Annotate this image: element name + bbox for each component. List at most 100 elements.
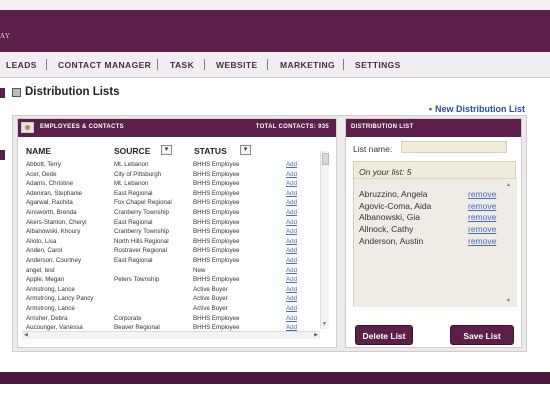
add-contact-link[interactable]: Add [286, 228, 297, 235]
remove-member-link[interactable]: remove [468, 236, 496, 246]
contact-name: Armstrong, Lance [26, 305, 75, 312]
contact-source: Cranberry Township [114, 209, 169, 216]
add-contact-link[interactable]: Add [286, 276, 297, 283]
contact-name: Agarwal, Rachita [26, 199, 73, 207]
contact-source: Peters Township [114, 276, 160, 284]
save-list-button[interactable]: Save List [450, 325, 514, 345]
new-distribution-list-link[interactable]: • New Distribution List [429, 104, 525, 114]
scroll-down-icon[interactable]: ▼ [322, 321, 327, 327]
contact-source: Corporate [114, 314, 142, 322]
add-contact-link[interactable]: Add [286, 286, 297, 293]
add-contact-link[interactable]: Add [286, 295, 297, 302]
contact-name: Anden, Carol [26, 247, 63, 255]
contact-status: BHHS Employee [193, 209, 240, 216]
main-nav: LEADS CONTACT MANAGER TASK WEBSITE MARKE… [0, 52, 550, 78]
member-name: Agovic-Coma, Aida [359, 200, 432, 211]
scrollbar-thumb[interactable] [322, 153, 329, 165]
sidebar-tab-marker[interactable] [0, 150, 5, 160]
contact-source: Mt. Lebanon [114, 180, 149, 188]
distribution-panel-header: DISTRIBUTION LIST [346, 119, 521, 137]
column-header-status: STATUS [194, 146, 227, 156]
footer-bar [0, 372, 550, 384]
contact-name: Armstrong, Lancy Pancy [26, 295, 94, 303]
member-list-scrollbar[interactable]: ▲ ▼ [505, 182, 513, 304]
contact-name: Anderson, Courtney [26, 257, 82, 264]
table-row: Adeniran, Stephanie East Regional BHHS Emp… [26, 190, 322, 198]
add-contact-link[interactable]: Add [286, 267, 297, 274]
scroll-right-icon[interactable]: ▶ [314, 332, 318, 338]
add-contact-link[interactable]: Add [286, 171, 297, 178]
contact-source: Cranberry Township [114, 228, 169, 236]
contact-status: BHHS Employee [193, 170, 240, 178]
add-contact-link[interactable]: Add [286, 247, 297, 254]
nav-separator [157, 59, 158, 70]
nav-contact-manager[interactable]: CONTACT MANAGER [58, 60, 151, 70]
add-contact-link[interactable]: Add [286, 180, 297, 187]
distribution-panel-title: DISTRIBUTION LIST [351, 124, 414, 130]
remove-member-link[interactable]: remove [468, 212, 496, 222]
list-name-input[interactable] [401, 141, 507, 153]
scroll-up-icon[interactable]: ▲ [506, 182, 511, 188]
scroll-down-icon[interactable]: ▼ [506, 298, 511, 304]
contacts-horizontal-scrollbar[interactable]: ◀ ▶ [22, 331, 320, 339]
add-contact-link[interactable]: Add [286, 219, 297, 226]
contact-status: Active Buyer [193, 305, 228, 312]
nav-leads[interactable]: LEADS [6, 60, 37, 70]
add-contact-link[interactable]: Add [286, 238, 297, 245]
nav-marketing[interactable]: MARKETING [280, 60, 335, 70]
nav-separator [204, 59, 205, 70]
employees-panel-header: EMPLOYEES & CONTACTS TOTAL CONTACTS: 935 [18, 119, 336, 137]
contact-name: Abbott, Terry [26, 161, 61, 168]
scroll-left-icon[interactable]: ◀ [24, 332, 28, 338]
add-contact-link[interactable]: Add [286, 315, 297, 322]
nav-separator [343, 59, 344, 70]
member-list: Abruzzino, Angela remove Agovic-Coma, Aida… [354, 178, 517, 307]
contact-source: City of Pittsburgh [114, 170, 162, 178]
contacts-icon [21, 122, 34, 133]
nav-task[interactable]: TASK [170, 60, 194, 70]
on-your-list-count: On your list: 5 [359, 167, 412, 177]
add-contact-link[interactable]: Add [286, 199, 297, 206]
add-contact-link[interactable]: Add [286, 161, 297, 168]
table-row: Armstrong, Lance Active Buyer Add [26, 305, 322, 313]
contact-status: New [193, 266, 206, 274]
contact-status: BHHS Employee [193, 228, 240, 236]
on-your-list-box: On your list: 5 Abruzzino, Angela remove A… [353, 161, 517, 307]
sidebar-tab-marker[interactable] [0, 88, 5, 98]
contact-status: BHHS Employee [193, 189, 240, 197]
member-name: Albanowski, Gia [359, 212, 420, 223]
table-row: Alioto, Lisa North Hills Regional BHHS Emp… [26, 238, 322, 246]
contacts-vertical-scrollbar[interactable]: ▼ [320, 151, 329, 329]
add-contact-link[interactable]: Add [286, 190, 297, 197]
contact-status: BHHS Employee [193, 237, 240, 245]
table-row: Apple, Megan Peters Township BHHS Employee… [26, 276, 322, 284]
remove-member-link[interactable]: remove [468, 201, 496, 211]
status-filter-dropdown[interactable]: ▾ [240, 145, 251, 155]
column-header-name[interactable]: NAME [26, 146, 51, 156]
nav-website[interactable]: WEBSITE [216, 60, 258, 70]
remove-member-link[interactable]: remove [468, 224, 496, 234]
delete-list-button[interactable]: Delete List [355, 325, 413, 345]
contact-name: Acer, Dede [26, 170, 57, 178]
contact-source: North Hills Regional [114, 237, 169, 245]
nav-settings[interactable]: SETTINGS [355, 60, 401, 70]
add-contact-link[interactable]: Add [286, 257, 297, 264]
table-row: Anderson, Courtney East Regional BHHS Empl… [26, 257, 322, 265]
add-contact-link[interactable]: Add [286, 209, 297, 216]
source-filter-dropdown[interactable]: ▾ [161, 145, 172, 155]
distribution-list-panel: DISTRIBUTION LIST List name: On your lis… [345, 118, 522, 348]
table-row: Ainsworth, Brenda Cranberry Township BHHS … [26, 209, 322, 217]
contact-status: BHHS Employee [193, 199, 240, 207]
contact-name: Apple, Megan [26, 276, 65, 284]
page-title: Distribution Lists [12, 86, 120, 98]
header-bar: AY [0, 10, 550, 52]
contacts-table: Abbott, Terry Mt. Lebanon BHHS Employee Add… [26, 161, 322, 333]
contact-source: East Regional [114, 218, 153, 226]
contact-name: Adeniran, Stephanie [26, 189, 83, 197]
page-title-text: Distribution Lists [25, 86, 120, 98]
contact-name: Ainsworth, Brenda [26, 209, 77, 216]
contact-name: Arrisher, Debra [26, 314, 68, 322]
remove-member-link[interactable]: remove [468, 189, 496, 199]
add-contact-link[interactable]: Add [286, 305, 297, 312]
member-name: Abruzzino, Angela [359, 189, 428, 199]
